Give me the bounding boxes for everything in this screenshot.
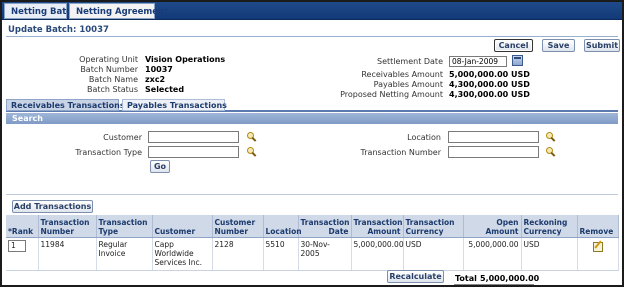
cell-transaction-amount: 5,000,000.00 [351, 237, 404, 271]
receivables-amount-label: Receivables Amount [361, 70, 443, 79]
payables-amount-label: Payables Amount [373, 80, 443, 89]
transaction-subtabs: Receivables Transactions Payables Transa… [6, 99, 618, 112]
cancel-button[interactable]: Cancel [494, 39, 533, 52]
cell-transaction-currency: USD [403, 237, 464, 271]
col-transaction-number: Transaction Number [38, 215, 97, 238]
section-divider [6, 194, 618, 195]
col-rank: *Rank [6, 215, 39, 238]
cell-customer-number: 2128 [212, 237, 264, 271]
tab-payables-transactions[interactable]: Payables Transactions [122, 99, 227, 111]
batch-name-value: zxc2 [145, 75, 166, 84]
payables-amount-value: 4,300,000.00 USD [449, 80, 530, 89]
col-customer-number: Customer Number [212, 215, 264, 238]
calendar-icon[interactable] [512, 55, 523, 66]
transaction-number-label: Transaction Number [360, 148, 441, 157]
total-value: 5,000,000.00 [480, 274, 540, 283]
total-label: Total [455, 274, 477, 283]
transaction-type-label: Transaction Type [75, 148, 142, 157]
col-transaction-currency: Transaction Currency [403, 215, 464, 238]
page-title: Update Batch: 10037 [8, 25, 109, 35]
title-divider [6, 36, 618, 37]
customer-input[interactable] [148, 131, 239, 143]
go-button[interactable]: Go [150, 160, 170, 173]
cell-transaction-type: Regular Invoice [96, 237, 153, 271]
cell-location: 5510 [263, 237, 299, 271]
batch-number-value: 10037 [145, 65, 173, 74]
cell-customer: Capp Worldwide Services Inc. [152, 237, 213, 271]
recalculate-button[interactable]: Recalculate [387, 270, 444, 283]
batch-status-label: Batch Status [86, 85, 138, 94]
location-search-icon[interactable] [546, 132, 556, 142]
submit-button[interactable]: Submit [584, 39, 620, 52]
receivables-amount-value: 5,000,000.00 USD [449, 70, 530, 79]
cell-transaction-date: 30-Nov-2005 [298, 237, 352, 271]
col-transaction-type: Transaction Type [96, 215, 153, 238]
tab-netting-batch[interactable]: Netting Batch [4, 3, 77, 19]
col-remove: Remove [577, 215, 619, 238]
col-transaction-date: Transaction Date [298, 215, 352, 238]
search-header: Search [6, 113, 618, 124]
transactions-table: *Rank Transaction Number Transaction Typ… [6, 215, 619, 271]
app-window: Netting Batch Netting Agreement Update B… [0, 0, 624, 287]
cell-reckoning-currency: USD [521, 237, 578, 271]
tab-receivables-transactions[interactable]: Receivables Transactions [6, 99, 125, 111]
batch-name-label: Batch Name [88, 75, 138, 84]
add-transactions-button[interactable]: Add Transactions [12, 200, 93, 213]
transaction-number-input[interactable] [448, 146, 539, 158]
rank-input[interactable]: 1 [8, 239, 26, 252]
remove-icon[interactable] [592, 240, 603, 252]
location-input[interactable] [448, 131, 539, 143]
batch-number-label: Batch Number [80, 65, 138, 74]
tab-netting-agreement[interactable]: Netting Agreement [69, 3, 168, 19]
top-tab-bar: Netting Batch Netting Agreement [2, 2, 622, 20]
operating-unit-value: Vision Operations [145, 55, 226, 64]
save-button[interactable]: Save [542, 39, 575, 52]
table-header-row: *Rank Transaction Number Transaction Typ… [6, 215, 619, 238]
col-customer: Customer [152, 215, 213, 238]
settlement-date-label: Settlement Date [376, 57, 443, 66]
col-transaction-amount: Transaction Amount [351, 215, 404, 238]
batch-status-value: Selected [145, 85, 185, 94]
location-label: Location [407, 133, 441, 142]
customer-search-icon[interactable] [247, 132, 257, 142]
settlement-date-input[interactable]: 08-Jan-2009 [449, 56, 507, 67]
table-row: 1 11984 Regular Invoice Capp Worldwide S… [6, 237, 619, 271]
cell-open-amount: 5,000,000.00 [463, 237, 522, 271]
total-underline [454, 284, 534, 285]
col-open-amount: Open Amount [463, 215, 522, 238]
proposed-netting-value: 4,300,000.00 USD [449, 90, 530, 99]
operating-unit-label: Operating Unit [79, 55, 138, 64]
transaction-type-input[interactable] [148, 146, 239, 158]
cell-transaction-number: 11984 [38, 237, 97, 271]
col-location: Location [263, 215, 302, 238]
transaction-type-search-icon[interactable] [247, 147, 257, 157]
col-reckoning-currency: Reckoning Currency [521, 215, 578, 238]
transaction-number-search-icon[interactable] [546, 147, 556, 157]
customer-label: Customer [103, 133, 142, 142]
proposed-netting-label: Proposed Netting Amount [340, 90, 443, 99]
